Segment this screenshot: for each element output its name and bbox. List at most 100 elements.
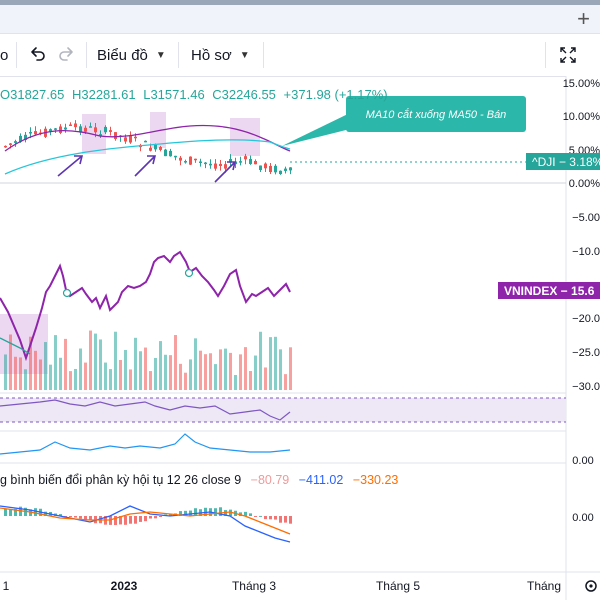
candle-body: [69, 124, 72, 127]
volume-bar: [209, 353, 212, 390]
arrow-markers: [57, 155, 237, 183]
volume-bar: [224, 348, 227, 390]
candle-body: [209, 163, 212, 166]
volume-bar: [54, 335, 57, 390]
candle-body: [9, 143, 12, 145]
time-axis-labels: 1 2023 Tháng 3 Tháng 5 Tháng: [3, 579, 561, 593]
macd-hist-bar: [214, 508, 217, 516]
volume-bar: [214, 364, 217, 390]
annotation-text: MA10 cắt xuống MA50 - Bán: [366, 108, 507, 121]
volume-bar: [39, 359, 42, 390]
candle-body: [179, 157, 182, 161]
volume-bar: [199, 350, 202, 390]
redo-icon: [59, 47, 73, 61]
volume-bar: [139, 351, 142, 390]
macd-hist-bar: [279, 516, 282, 523]
dji-badge-text: ^DJI − 3.18%: [532, 155, 600, 169]
macd-value: −411.02: [299, 473, 344, 487]
volume-bar: [274, 336, 277, 390]
macd-hist-bar: [74, 516, 77, 518]
macd-title: g bình biến đổi phân kỳ hội tụ 12 26 clo…: [0, 473, 241, 487]
candle-body: [269, 165, 272, 172]
candle-body: [169, 150, 172, 157]
axis-label: 15.00%: [563, 78, 600, 90]
volume-bar: [109, 369, 112, 390]
chart-area[interactable]: MA10 cắt xuống MA50 - Bán O31827.65 H322…: [0, 76, 600, 600]
macd-hist-bar: [154, 516, 157, 519]
candle-body: [94, 127, 97, 133]
ohlc-close: C32246.55: [212, 87, 276, 102]
volume-bar: [74, 368, 77, 390]
candle-body: [224, 164, 227, 169]
candle-body: [84, 127, 87, 132]
volume-bar: [44, 342, 47, 390]
candle-body: [4, 145, 7, 148]
volume-bar: [104, 362, 107, 390]
ohlc-legend: O31827.65 H32281.61 L31571.46 C32246.55 …: [0, 87, 388, 102]
time-label: Tháng 3: [232, 579, 276, 593]
volume-bar: [269, 337, 272, 390]
macd-hist-bar: [69, 516, 72, 517]
candle-body: [129, 135, 132, 143]
macd-hist-bar: [79, 516, 82, 519]
macd-hist-bar: [129, 516, 132, 524]
candle-body: [259, 165, 262, 171]
macd-hist-bar: [254, 516, 257, 517]
volume-bar: [89, 330, 92, 390]
truncated-button[interactable]: o: [0, 34, 8, 76]
macd-hist-bar: [159, 516, 162, 517]
macd-hist-bar: [34, 508, 37, 516]
macd-hist-bar: [284, 516, 287, 523]
volume-bar: [154, 358, 157, 390]
redo-button[interactable]: [58, 34, 76, 76]
volume-bar: [114, 331, 117, 390]
toolbar-divider: [263, 42, 264, 68]
undo-button[interactable]: [28, 34, 46, 76]
candle-body: [274, 165, 277, 173]
candle-body: [14, 141, 17, 143]
candle-body: [184, 161, 187, 163]
candle-body: [194, 158, 197, 161]
candle-body: [29, 132, 32, 134]
toolbar-divider: [16, 42, 17, 68]
tab-bar: +: [0, 5, 600, 34]
fullscreen-button[interactable]: [559, 34, 577, 76]
chart-type-button[interactable]: Biểu đồ ▼: [97, 34, 166, 76]
volume-bar: [239, 354, 242, 390]
candle-body: [144, 140, 147, 143]
candle-body: [239, 161, 242, 163]
volume-bar: [149, 371, 152, 390]
axis-label: 0.00%: [569, 178, 600, 190]
axis-label: −10.0: [572, 246, 600, 258]
candle-body: [59, 126, 62, 133]
profile-button[interactable]: Hồ sơ ▼: [191, 34, 250, 76]
ohlc-high: H32281.61: [72, 87, 136, 102]
volume-bar: [254, 355, 257, 390]
axis-label: −25.0: [572, 347, 600, 359]
volume-bar: [249, 371, 252, 390]
profile-label: Hồ sơ: [191, 46, 232, 64]
volume-bar: [169, 355, 172, 390]
macd-hist-bar: [149, 516, 152, 519]
time-label: 1: [3, 579, 10, 593]
volume-bar: [4, 354, 7, 390]
volume-bar: [24, 369, 27, 390]
candle-body: [109, 130, 112, 132]
candle-body: [214, 163, 217, 169]
annotation-pointer: [282, 112, 354, 146]
axis-label: −5.00: [572, 212, 600, 224]
candle-body: [164, 149, 167, 157]
oscillator-line: [0, 433, 291, 455]
time-label: Tháng: [527, 579, 561, 593]
vnindex-badge-text: VNINDEX − 15.6: [504, 284, 595, 298]
volume-bar: [129, 369, 132, 390]
time-label: Tháng 5: [376, 579, 420, 593]
candle-body: [189, 156, 192, 165]
candle-body: [249, 158, 252, 164]
candle-body: [89, 126, 92, 128]
volume-bar: [79, 348, 82, 390]
plus-icon[interactable]: +: [577, 8, 590, 30]
volume-bar: [204, 354, 207, 390]
chevron-down-icon: ▼: [239, 49, 250, 61]
candle-body: [104, 126, 107, 133]
